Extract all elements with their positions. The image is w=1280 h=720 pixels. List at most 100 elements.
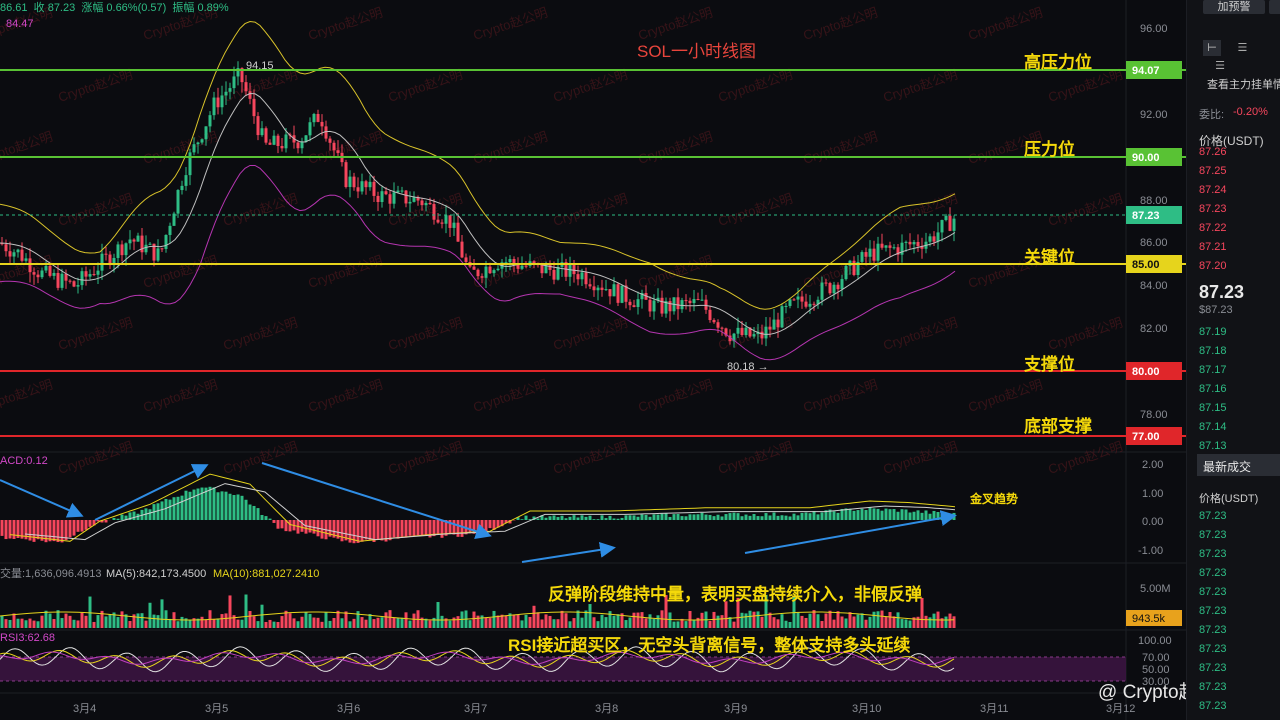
candle-body (696, 299, 700, 301)
volume-bar (216, 618, 220, 628)
macd-bar (548, 516, 552, 520)
macd-bar (784, 515, 788, 520)
add-alert-button[interactable]: 加预警 (1203, 0, 1265, 14)
candle-body (524, 265, 528, 267)
view-orders-link[interactable]: 查看主力挂单情 (1207, 76, 1280, 92)
layout-asks-icon[interactable]: ☰ (1211, 58, 1229, 74)
macd-bar (588, 515, 592, 520)
macd-bar (264, 516, 268, 520)
macd-bar (780, 515, 784, 520)
candle-body (28, 258, 32, 273)
volume-bar (52, 619, 56, 628)
candle-body (368, 181, 372, 188)
macd-bar (396, 520, 400, 539)
macd-bar (480, 520, 484, 532)
volume-bar (472, 611, 476, 628)
volume-bar (520, 620, 524, 628)
volume-bar (744, 613, 748, 628)
candle-body (884, 245, 888, 248)
candle-body (372, 181, 376, 196)
volume-bar (760, 616, 764, 628)
trades-title[interactable]: 最新成交 (1203, 458, 1251, 475)
macd-bar (812, 511, 816, 520)
volume-bar (820, 621, 824, 628)
macd-bar (816, 514, 820, 520)
candle-body (456, 222, 460, 242)
volume-bar (32, 620, 36, 628)
candle-body (888, 245, 892, 248)
candle-body (204, 126, 208, 140)
candle-body (400, 190, 404, 192)
candle-body (16, 249, 20, 253)
macd-bar (608, 515, 612, 520)
trade-row: 87.23 (1199, 643, 1227, 655)
candle-body (692, 299, 696, 304)
volume-bar (4, 619, 8, 628)
macd-bar (180, 495, 184, 520)
macd-bar (680, 516, 684, 520)
volume-bar (204, 619, 208, 628)
volume-bar (368, 614, 372, 628)
trade-row: 87.23 (1199, 586, 1227, 598)
candle-body (308, 122, 312, 136)
volume-bar (876, 611, 880, 628)
volume-bar (316, 617, 320, 628)
volume-bar (632, 612, 636, 628)
volume-bar (68, 615, 72, 628)
macd-bar (460, 520, 464, 537)
candle-body (188, 152, 192, 176)
volume-bar (296, 621, 300, 628)
volume-bar (0, 615, 4, 628)
volume-bar (148, 602, 152, 628)
candle-body (272, 135, 276, 145)
candle-body (412, 197, 416, 202)
volume-bar (376, 617, 380, 628)
volume-bar (908, 620, 912, 628)
macd-bar (920, 512, 924, 520)
volume-bar (824, 613, 828, 628)
macd-bar (80, 520, 84, 532)
layout-bids-icon[interactable]: ☰ (1233, 40, 1251, 56)
candle-body (916, 241, 920, 247)
volume-bar (568, 621, 572, 628)
macd-bar (468, 520, 472, 534)
macd-bar (32, 520, 36, 542)
candle-body (408, 201, 412, 204)
candle-body (180, 185, 184, 191)
bid-row: 87.15 (1199, 402, 1227, 414)
volume-bar (904, 619, 908, 628)
chart-canvas[interactable]: Crypto赵公明 Crypto赵公明 Crypto赵公明 Crypto赵公明 Cryp… (0, 0, 1280, 720)
volume-bar (572, 618, 576, 628)
macd-bar (64, 520, 68, 541)
volume-bar (656, 615, 660, 628)
candle-body (508, 259, 512, 263)
svg-text:88.00: 88.00 (1140, 195, 1168, 207)
volume-bar (256, 621, 260, 628)
volume-bar (924, 615, 928, 628)
volume-bar (396, 617, 400, 628)
volume-bar (324, 612, 328, 628)
macd-bar (272, 520, 276, 523)
macd-bar (580, 515, 584, 520)
layout-both-icon[interactable]: ⊢ (1203, 40, 1221, 56)
volume-bar (720, 615, 724, 628)
macd-bar (160, 501, 164, 520)
ask-row: 87.25 (1199, 165, 1227, 177)
volume-bar (588, 604, 592, 628)
volume-bar (492, 610, 496, 628)
volume-bar (880, 610, 884, 628)
panel-extra-button[interactable] (1269, 0, 1280, 14)
macd-bar (872, 508, 876, 520)
svg-text:3月5: 3月5 (205, 703, 228, 715)
macd-bar (752, 513, 756, 520)
candle-body (344, 162, 348, 188)
low-price-label: 80.18 → (727, 361, 769, 373)
macd-bar (356, 520, 360, 543)
volume-bar (888, 612, 892, 628)
macd-bar (68, 520, 72, 538)
macd-bar (240, 495, 244, 520)
candle-body (116, 244, 120, 258)
volume-bar (576, 610, 580, 628)
macd-bar (604, 518, 608, 520)
candle-body (320, 121, 324, 127)
